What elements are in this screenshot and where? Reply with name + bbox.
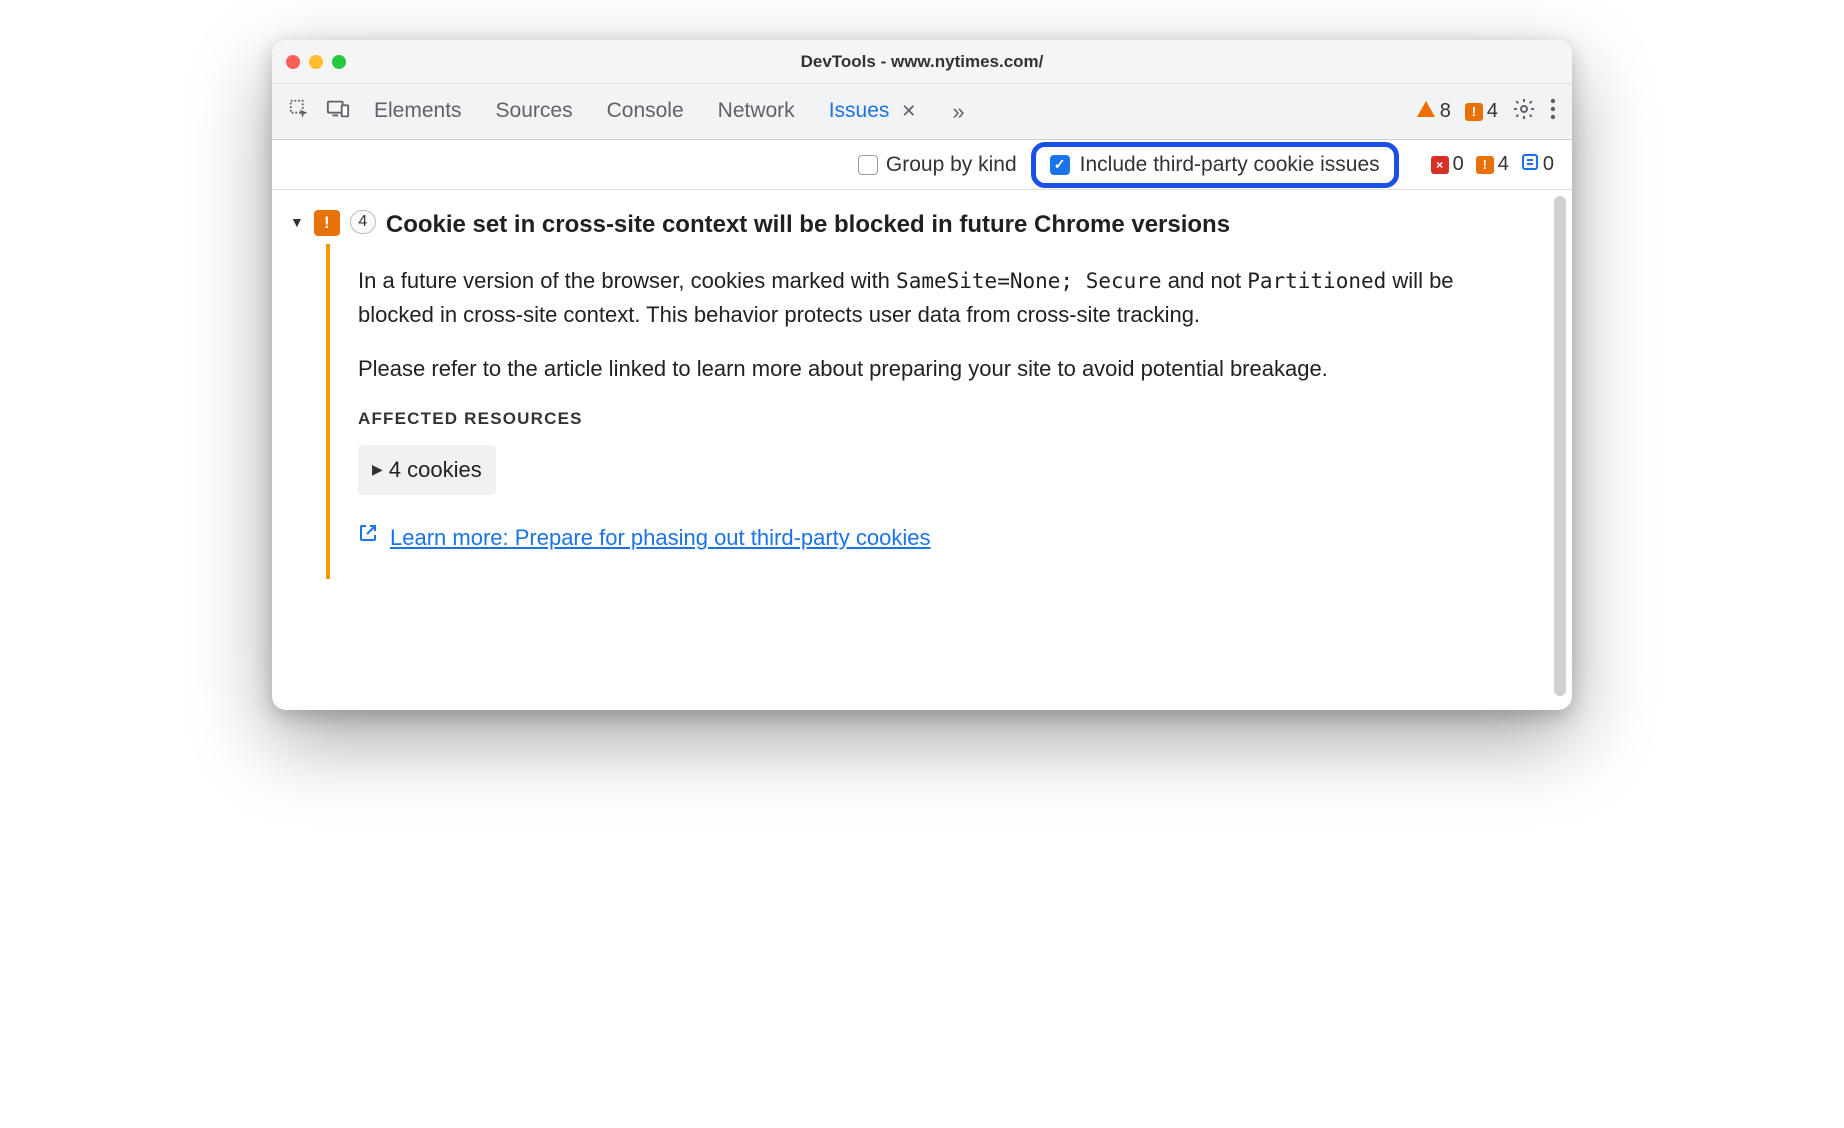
toolbar-left-icons	[288, 98, 362, 125]
info-square-icon	[1521, 153, 1539, 177]
info-count-group[interactable]: 0	[1521, 153, 1554, 177]
tab-console[interactable]: Console	[605, 95, 686, 129]
code-samesite: SameSite=None; Secure	[896, 269, 1162, 293]
issue-kind-counts: × 0 ! 4 0	[1431, 153, 1554, 177]
panel-tabs: Elements Sources Console Network Issues …	[372, 95, 965, 129]
warning-triangle-icon	[1416, 100, 1436, 124]
issue-title: Cookie set in cross-site context will be…	[386, 209, 1230, 240]
titlebar: DevTools - www.nytimes.com/	[272, 40, 1572, 84]
info-count: 0	[1543, 153, 1554, 176]
issue-severity-icon: !	[314, 210, 340, 236]
more-options-icon[interactable]	[1550, 98, 1556, 125]
affected-cookies-label: 4 cookies	[389, 453, 482, 487]
issue-paragraph-2: Please refer to the article linked to le…	[358, 352, 1512, 386]
warnings-issue-count: 4	[1498, 153, 1509, 176]
errors-count: 0	[1453, 153, 1464, 176]
breaking-square-icon: !	[1465, 103, 1483, 121]
tab-network[interactable]: Network	[716, 95, 797, 129]
include-third-party-checkbox[interactable]: ✓	[1050, 155, 1070, 175]
issue-text: In a future version of the browser, cook…	[358, 268, 896, 293]
issues-content: ▼ ! 4 Cookie set in cross-site context w…	[272, 190, 1572, 710]
settings-gear-icon[interactable]	[1512, 97, 1536, 126]
vertical-scrollbar[interactable]	[1554, 196, 1566, 696]
collapse-triangle-icon: ▶	[372, 459, 383, 481]
issue-text: and not	[1168, 268, 1248, 293]
inspect-element-icon[interactable]	[288, 98, 310, 125]
close-tab-icon[interactable]: ✕	[901, 101, 916, 121]
breaking-badge[interactable]: ! 4	[1465, 100, 1498, 123]
affected-resources-heading: AFFECTED RESOURCES	[358, 406, 1512, 432]
warning-square-icon: !	[1476, 156, 1494, 174]
issue-header-row[interactable]: ▼ ! 4 Cookie set in cross-site context w…	[272, 202, 1572, 244]
group-by-kind-checkbox[interactable]	[858, 155, 878, 175]
issue-occurrence-count: 4	[350, 210, 376, 234]
devtools-window: DevTools - www.nytimes.com/ Elements Sou…	[272, 40, 1572, 710]
include-third-party-label: Include third-party cookie issues	[1080, 153, 1380, 177]
group-by-kind-label: Group by kind	[886, 153, 1017, 177]
maximize-window-button[interactable]	[332, 55, 346, 69]
more-tabs-icon[interactable]: »	[952, 99, 964, 125]
device-toolbar-icon[interactable]	[326, 98, 350, 125]
code-partitioned: Partitioned	[1247, 269, 1386, 293]
learn-more-row: Learn more: Prepare for phasing out thir…	[358, 521, 1512, 555]
learn-more-link[interactable]: Learn more: Prepare for phasing out thir…	[390, 521, 931, 555]
error-square-icon: ×	[1431, 156, 1449, 174]
warnings-count: 8	[1440, 100, 1451, 123]
issue-paragraph-1: In a future version of the browser, cook…	[358, 264, 1512, 332]
affected-cookies-toggle[interactable]: ▶ 4 cookies	[358, 445, 496, 495]
close-window-button[interactable]	[286, 55, 300, 69]
external-link-icon	[358, 522, 378, 553]
minimize-window-button[interactable]	[309, 55, 323, 69]
tab-sources[interactable]: Sources	[494, 95, 575, 129]
tab-elements[interactable]: Elements	[372, 95, 464, 129]
tab-issues-label: Issues	[829, 99, 890, 122]
issue-body: In a future version of the browser, cook…	[326, 244, 1572, 579]
main-toolbar: Elements Sources Console Network Issues …	[272, 84, 1572, 140]
errors-count-group[interactable]: × 0	[1431, 153, 1464, 176]
warnings-count-group[interactable]: ! 4	[1476, 153, 1509, 176]
toolbar-right: 8 ! 4	[1416, 97, 1556, 126]
warnings-badge[interactable]: 8	[1416, 100, 1451, 124]
group-by-kind-control[interactable]: Group by kind	[858, 153, 1017, 177]
window-controls	[286, 55, 346, 69]
window-title: DevTools - www.nytimes.com/	[272, 52, 1572, 72]
breaking-count: 4	[1487, 100, 1498, 123]
include-third-party-control[interactable]: ✓ Include third-party cookie issues	[1031, 142, 1399, 188]
expand-caret-icon[interactable]: ▼	[290, 214, 304, 230]
issues-filter-bar: Group by kind ✓ Include third-party cook…	[272, 140, 1572, 190]
tab-issues[interactable]: Issues ✕	[827, 95, 919, 129]
